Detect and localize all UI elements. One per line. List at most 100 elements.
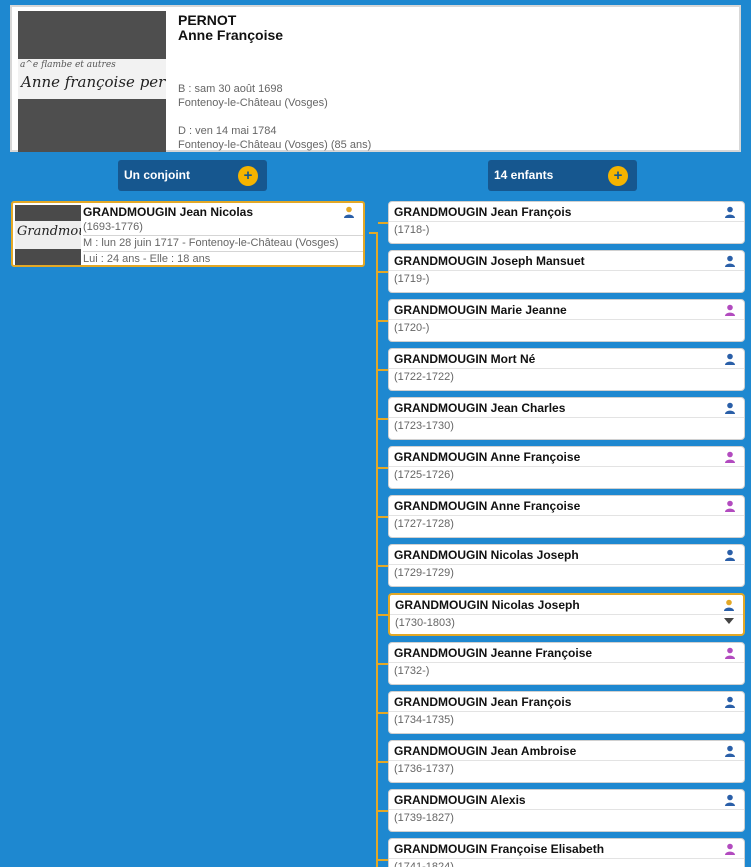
child-divider [389, 515, 744, 516]
child-name: GRANDMOUGIN Jeanne Françoise [394, 646, 593, 660]
spouses-header-button[interactable]: Un conjoint + [118, 160, 267, 191]
female-person-icon [724, 304, 736, 316]
child-card[interactable]: GRANDMOUGIN Marie Jeanne (1720-) [388, 299, 745, 342]
child-connector [378, 761, 388, 763]
child-card[interactable]: GRANDMOUGIN Jean Ambroise (1736-1737) [388, 740, 745, 783]
child-name: GRANDMOUGIN Jean François [394, 205, 572, 219]
male-person-icon [724, 745, 736, 757]
tree-line [376, 233, 378, 867]
child-divider [389, 270, 744, 271]
female-person-icon [724, 451, 736, 463]
spouse-signature-scan-image: Grandmougin [15, 221, 81, 249]
male-person-icon [724, 353, 736, 365]
child-name: GRANDMOUGIN Marie Jeanne [394, 303, 567, 317]
child-card[interactable]: GRANDMOUGIN Alexis (1739-1827) [388, 789, 745, 832]
female-person-icon [724, 843, 736, 855]
male-person-icon [723, 599, 735, 611]
child-divider [389, 466, 744, 467]
spouse-dates: (1693-1776) [83, 221, 143, 233]
male-person-icon [724, 402, 736, 414]
child-connector [378, 565, 388, 567]
male-person-icon [724, 206, 736, 218]
child-dates: (1719-) [394, 273, 430, 285]
spouse-card[interactable]: Grandmougin GRANDMOUGIN Jean Nicolas (16… [11, 201, 365, 267]
child-name: GRANDMOUGIN Alexis [394, 793, 526, 807]
child-dates: (1723-1730) [394, 420, 454, 432]
child-divider [389, 319, 744, 320]
child-divider [389, 662, 744, 663]
child-name: GRANDMOUGIN Jean Ambroise [394, 744, 577, 758]
child-dates: (1722-1722) [394, 371, 454, 383]
child-divider [389, 858, 744, 859]
child-card[interactable]: GRANDMOUGIN Anne Françoise (1727-1728) [388, 495, 745, 538]
child-card[interactable]: GRANDMOUGIN Anne Françoise (1725-1726) [388, 446, 745, 489]
person-surname: PERNOT [178, 12, 237, 28]
male-person-icon [724, 255, 736, 267]
child-dates: (1725-1726) [394, 469, 454, 481]
child-name: GRANDMOUGIN Joseph Mansuet [394, 254, 585, 268]
child-connector [378, 516, 388, 518]
child-connector [378, 614, 388, 616]
child-connector [378, 810, 388, 812]
child-name: GRANDMOUGIN Anne Françoise [394, 499, 581, 513]
male-person-icon [724, 549, 736, 561]
person-given-name: Anne Françoise [178, 27, 284, 43]
child-dates: (1741-1824) [394, 861, 454, 867]
birth-place: Fontenoy-le-Château (Vosges) [178, 97, 328, 109]
child-divider [389, 711, 744, 712]
child-connector [378, 467, 388, 469]
child-card[interactable]: GRANDMOUGIN Jean François (1734-1735) [388, 691, 745, 734]
spouses-label: Un conjoint [124, 168, 190, 182]
child-card[interactable]: GRANDMOUGIN Nicolas Joseph (1729-1729) [388, 544, 745, 587]
children-label: 14 enfants [494, 168, 554, 182]
marriage-info: M : lun 28 juin 1717 - Fontenoy-le-Châte… [83, 235, 363, 251]
child-connector [378, 663, 388, 665]
person-card: a^e flambe et autres Anne françoise pern… [10, 5, 741, 152]
male-person-icon [343, 206, 355, 218]
child-dates: (1718-) [394, 224, 430, 236]
person-photo[interactable]: a^e flambe et autres Anne françoise pern… [18, 11, 166, 152]
child-dates: (1729-1729) [394, 567, 454, 579]
female-person-icon [724, 647, 736, 659]
children-header-button[interactable]: 14 enfants + [488, 160, 637, 191]
child-divider [389, 368, 744, 369]
child-dates: (1734-1735) [394, 714, 454, 726]
death-age: (85 ans) [330, 139, 372, 151]
child-connector [378, 859, 388, 861]
child-card[interactable]: GRANDMOUGIN Joseph Mansuet (1719-) [388, 250, 745, 293]
child-dates: (1720-) [394, 322, 430, 334]
spouse-photo[interactable]: Grandmougin [15, 205, 81, 265]
child-name: GRANDMOUGIN Jean François [394, 695, 572, 709]
child-name: GRANDMOUGIN Françoise Elisabeth [394, 842, 605, 856]
child-divider [389, 417, 744, 418]
child-card[interactable]: GRANDMOUGIN Nicolas Joseph (1730-1803) [388, 593, 745, 636]
child-connector [378, 271, 388, 273]
child-divider [389, 809, 744, 810]
add-spouse-icon[interactable]: + [238, 166, 258, 186]
add-child-icon[interactable]: + [608, 166, 628, 186]
child-card[interactable]: GRANDMOUGIN Jeanne Françoise (1732-) [388, 642, 745, 685]
child-dates: (1727-1728) [394, 518, 454, 530]
child-name: GRANDMOUGIN Jean Charles [394, 401, 566, 415]
child-connector [378, 222, 388, 224]
birth-date: B : sam 30 août 1698 [178, 83, 283, 95]
child-divider [389, 221, 744, 222]
child-name: GRANDMOUGIN Nicolas Joseph [394, 548, 579, 562]
child-card[interactable]: GRANDMOUGIN Mort Né (1722-1722) [388, 348, 745, 391]
child-card[interactable]: GRANDMOUGIN Jean François (1718-) [388, 201, 745, 244]
child-name: GRANDMOUGIN Anne Françoise [394, 450, 581, 464]
child-card[interactable]: GRANDMOUGIN Jean Charles (1723-1730) [388, 397, 745, 440]
spouse-ages: Lui : 24 ans - Elle : 18 ans [83, 251, 363, 267]
chevron-down-icon[interactable] [724, 618, 734, 624]
spouse-name: GRANDMOUGIN Jean Nicolas [83, 205, 254, 219]
child-divider [389, 760, 744, 761]
female-person-icon [724, 500, 736, 512]
child-dates: (1736-1737) [394, 763, 454, 775]
child-connector [378, 418, 388, 420]
death-date: D : ven 14 mai 1784 [178, 125, 277, 137]
child-card[interactable]: GRANDMOUGIN Françoise Elisabeth (1741-182… [388, 838, 745, 867]
child-dates: (1730-1803) [395, 617, 455, 629]
death-place: Fontenoy-le-Château (Vosges) [178, 139, 328, 151]
child-connector [378, 369, 388, 371]
child-divider [390, 614, 743, 615]
